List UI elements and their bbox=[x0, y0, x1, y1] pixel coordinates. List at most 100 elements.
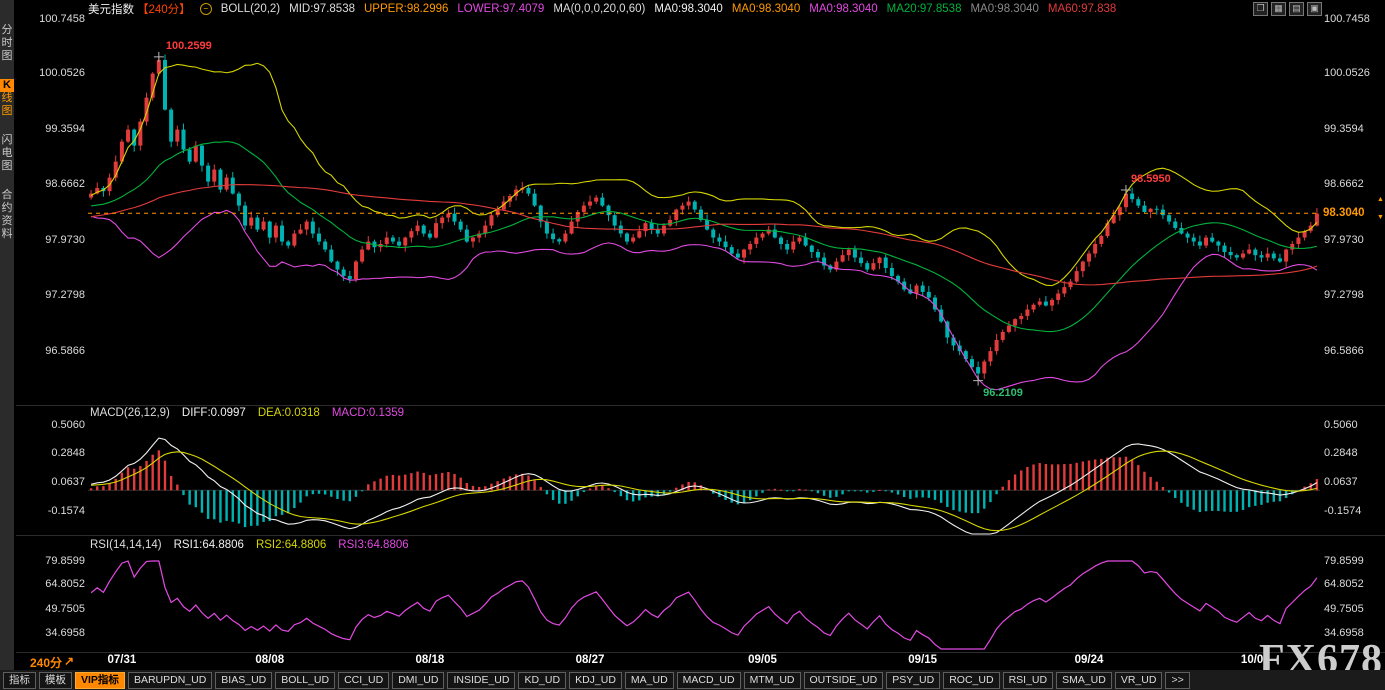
y-axis-label: 96.5866 bbox=[1324, 345, 1384, 357]
footer-tab[interactable]: CCI_UD bbox=[338, 672, 389, 689]
y-axis-label: -0.1574 bbox=[28, 505, 85, 517]
y-axis-label: 96.5866 bbox=[28, 345, 85, 357]
footer-tab[interactable]: MACD_UD bbox=[677, 672, 741, 689]
x-axis-label: 08/08 bbox=[255, 654, 284, 666]
y-axis-label: 0.0637 bbox=[28, 476, 85, 488]
price-annotation: 100.2599 bbox=[166, 40, 212, 52]
timeframe-label: 240分 bbox=[30, 654, 62, 671]
y-axis-label: 99.3594 bbox=[1324, 123, 1384, 135]
footer-tab[interactable]: VIP指标 bbox=[75, 672, 125, 689]
y-axis-label: 0.2848 bbox=[28, 447, 85, 459]
y-axis-label: 64.8052 bbox=[1324, 578, 1384, 590]
window-layout-controls: ❐▦▤▣ bbox=[1253, 2, 1322, 16]
macd-title: MACD(26,12,9) bbox=[90, 407, 170, 419]
price-scroll-down-icon[interactable]: ▼ bbox=[1377, 214, 1384, 221]
header-indicator: MA0:98.3040 bbox=[809, 3, 877, 15]
layout-pin-icon[interactable]: ▣ bbox=[1307, 2, 1322, 16]
footer-tab[interactable]: INSIDE_UD bbox=[447, 672, 515, 689]
y-axis-label: 49.7505 bbox=[1324, 603, 1384, 615]
footer-tab[interactable]: BARUPDN_UD bbox=[128, 672, 212, 689]
footer-tab[interactable]: KDJ_UD bbox=[569, 672, 622, 689]
y-axis-label: 0.2848 bbox=[1324, 447, 1384, 459]
header-indicator: MA20:97.8538 bbox=[887, 3, 962, 15]
x-axis-label: 09/24 bbox=[1075, 654, 1104, 666]
y-axis-label: 100.7458 bbox=[1324, 13, 1384, 25]
indicator-values: BOLL(20,2)MID:97.8538UPPER:98.2996LOWER:… bbox=[221, 3, 1117, 15]
header-indicator: UPPER:98.2996 bbox=[364, 3, 448, 15]
rsi1-value: RSI1:64.8806 bbox=[174, 539, 244, 551]
y-axis-label: 79.8599 bbox=[1324, 555, 1384, 567]
footer-tab[interactable]: RSI_UD bbox=[1003, 672, 1054, 689]
footer-tab[interactable]: DMI_UD bbox=[392, 672, 444, 689]
last-price-tag: 98.3040 bbox=[1323, 205, 1377, 221]
indicator-legend-bar: 美元指数 【240分】 − BOLL(20,2)MID:97.8538UPPER… bbox=[88, 2, 1116, 16]
price-annotation: 98.5950 bbox=[1131, 173, 1171, 185]
symbol-title: 美元指数 bbox=[88, 1, 134, 17]
y-axis-label: 98.6662 bbox=[28, 178, 85, 190]
layout-restore-icon[interactable]: ❐ bbox=[1253, 2, 1268, 16]
y-axis-label: 97.9730 bbox=[1324, 234, 1384, 246]
layout-cascade-icon[interactable]: ▤ bbox=[1289, 2, 1304, 16]
y-axis-label: 97.9730 bbox=[28, 234, 85, 246]
chart-type-sidebar: 分时图 K线图闪电图合约资料 bbox=[0, 0, 14, 690]
macd-dea-value: DEA:0.0318 bbox=[258, 407, 320, 419]
sidebar-item-flash-chart[interactable]: 闪电图 bbox=[0, 134, 14, 173]
footer-tab[interactable]: BIAS_UD bbox=[215, 672, 272, 689]
y-axis-label: 97.2798 bbox=[1324, 289, 1384, 301]
timeframe-indicator[interactable]: 240分 ↗ bbox=[30, 654, 74, 671]
y-axis-label: 100.0526 bbox=[28, 67, 85, 79]
y-axis-label: 100.7458 bbox=[28, 13, 85, 25]
footer-tab-bar: 指标模板VIP指标BARUPDN_UDBIAS_UDBOLL_UDCCI_UDD… bbox=[0, 670, 1385, 690]
rsi-legend: RSI(14,14,14) RSI1:64.8806 RSI2:64.8806 … bbox=[90, 539, 409, 551]
period-label: 【240分】 bbox=[137, 1, 191, 17]
footer-tab[interactable]: VR_UD bbox=[1115, 672, 1163, 689]
header-indicator: MA0:98.3040 bbox=[970, 3, 1038, 15]
footer-tab[interactable]: PSY_UD bbox=[886, 672, 940, 689]
macd-macd-value: MACD:0.1359 bbox=[332, 407, 404, 419]
x-axis-label: 09/15 bbox=[908, 654, 937, 666]
footer-tab[interactable]: 指标 bbox=[3, 672, 36, 689]
chart-canvas[interactable] bbox=[0, 0, 1385, 690]
last-price-value: 98.3040 bbox=[1323, 207, 1365, 219]
y-axis-label: 64.8052 bbox=[28, 578, 85, 590]
y-axis-label: 79.8599 bbox=[28, 555, 85, 567]
footer-tab[interactable]: KD_UD bbox=[518, 672, 566, 689]
footer-tab[interactable]: MTM_UD bbox=[744, 672, 801, 689]
header-indicator: MA0:98.3040 bbox=[732, 3, 800, 15]
header-indicator: MA0:98.3040 bbox=[654, 3, 722, 15]
macd-diff-value: DIFF:0.0997 bbox=[182, 407, 246, 419]
y-axis-label: 100.0526 bbox=[1324, 67, 1384, 79]
header-indicator: MA60:97.838 bbox=[1048, 3, 1116, 15]
rsi-title: RSI(14,14,14) bbox=[90, 539, 162, 551]
y-axis-label: 0.5060 bbox=[28, 419, 85, 431]
footer-tab[interactable]: >> bbox=[1165, 672, 1189, 689]
y-axis-label: 98.6662 bbox=[1324, 178, 1384, 190]
layout-tile-icon[interactable]: ▦ bbox=[1271, 2, 1286, 16]
indicator-settings-icon[interactable]: − bbox=[200, 3, 212, 15]
y-axis-label: 49.7505 bbox=[28, 603, 85, 615]
sidebar-item-kline-chart[interactable]: K线图 bbox=[0, 79, 14, 118]
footer-tab[interactable]: ROC_UD bbox=[943, 672, 999, 689]
x-axis-label: 07/31 bbox=[107, 654, 136, 666]
y-axis-label: 34.6958 bbox=[28, 627, 85, 639]
y-axis-label: 0.0637 bbox=[1324, 476, 1384, 488]
y-axis-label: 97.2798 bbox=[28, 289, 85, 301]
price-annotation: 96.2109 bbox=[983, 387, 1023, 399]
header-indicator: BOLL(20,2) bbox=[221, 3, 280, 15]
trading-app-window: 美元指数 【240分】 − BOLL(20,2)MID:97.8538UPPER… bbox=[0, 0, 1385, 690]
sidebar-item-time-chart[interactable]: 分时图 bbox=[0, 24, 14, 63]
footer-tab[interactable]: OUTSIDE_UD bbox=[804, 672, 884, 689]
footer-tab[interactable]: MA_UD bbox=[625, 672, 674, 689]
x-axis-label: 08/27 bbox=[576, 654, 605, 666]
footer-tab[interactable]: BOLL_UD bbox=[275, 672, 335, 689]
footer-tab[interactable]: SMA_UD bbox=[1056, 672, 1112, 689]
sidebar-item-contract-info[interactable]: 合约资料 bbox=[0, 189, 14, 241]
rsi2-value: RSI2:64.8806 bbox=[256, 539, 326, 551]
price-scroll-up-icon[interactable]: ▲ bbox=[1377, 196, 1384, 203]
y-axis-label: 99.3594 bbox=[28, 123, 85, 135]
footer-tab[interactable]: 模板 bbox=[39, 672, 72, 689]
header-indicator: LOWER:97.4079 bbox=[457, 3, 544, 15]
y-axis-label: 0.5060 bbox=[1324, 419, 1384, 431]
macd-legend: MACD(26,12,9) DIFF:0.0997 DEA:0.0318 MAC… bbox=[90, 407, 404, 419]
header-indicator: MA(0,0,0,20,0,60) bbox=[553, 3, 645, 15]
